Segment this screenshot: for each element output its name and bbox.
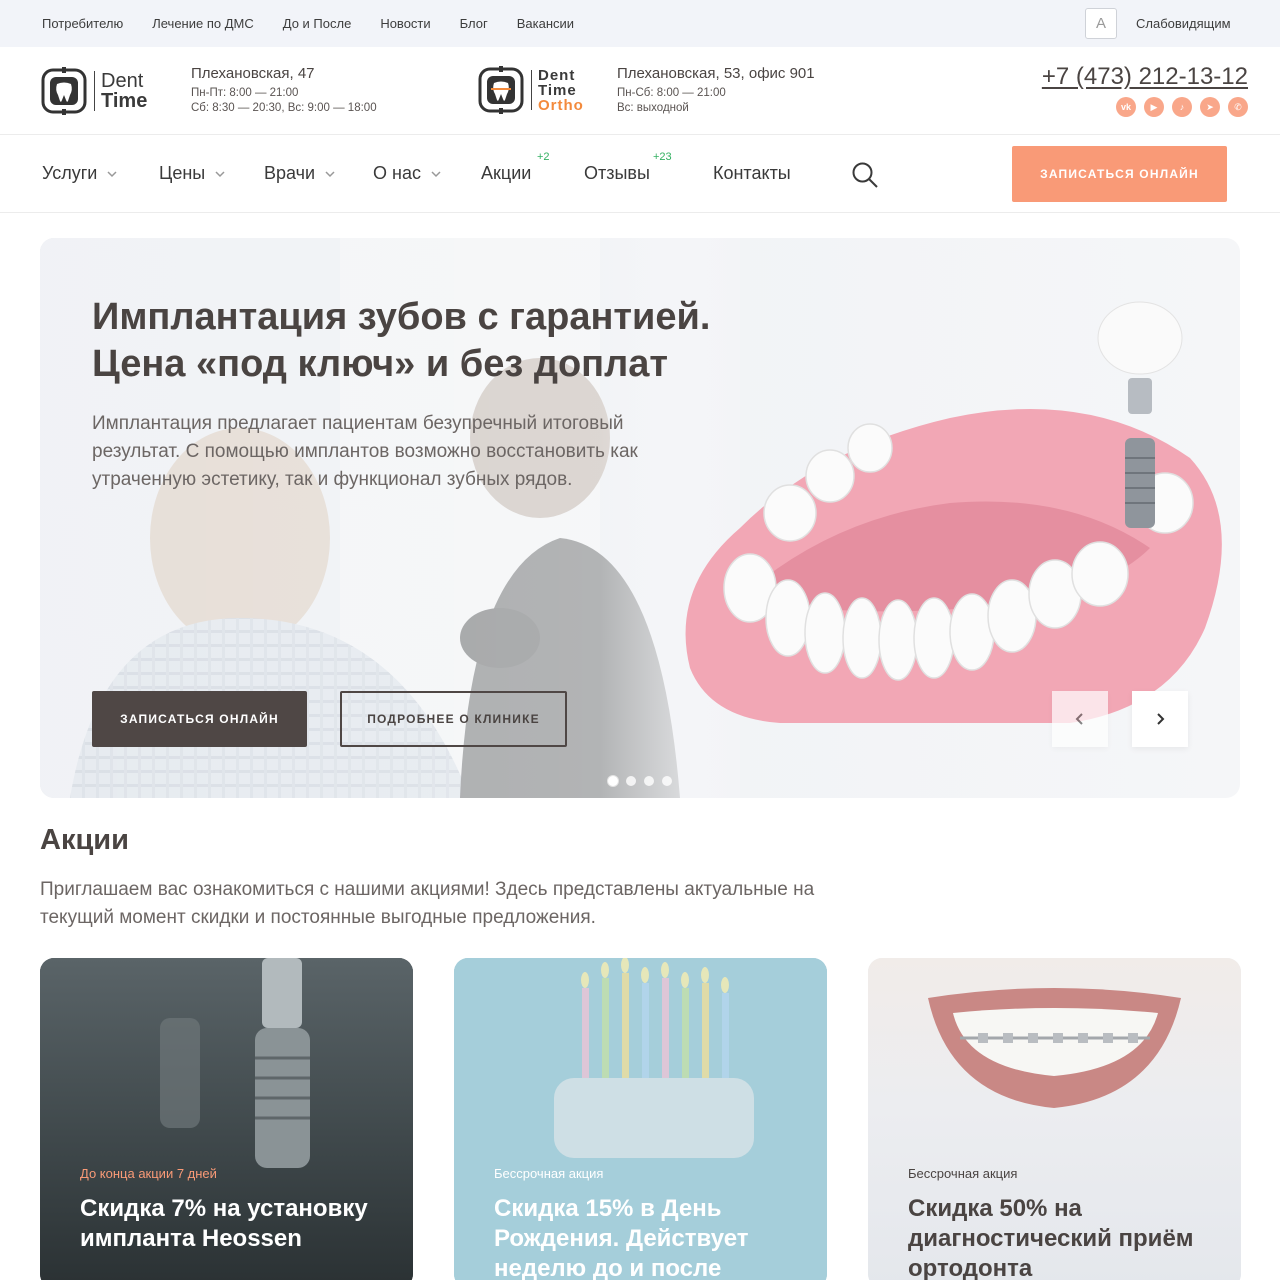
logo-divider — [94, 71, 95, 111]
slider-dot[interactable] — [608, 776, 618, 786]
telegram-icon[interactable]: ➤ — [1200, 97, 1220, 117]
chevron-right-icon — [1157, 713, 1165, 725]
address-block-1: Плехановская, 47 Пн-Пт: 8:00 — 21:00 Сб:… — [191, 65, 377, 116]
tooth-logo-icon — [41, 67, 87, 115]
phone-link[interactable]: +7 (473) 212-13-12 — [1042, 63, 1248, 91]
logo-dent-time-ortho[interactable]: Dent Time Ortho — [477, 66, 584, 114]
font-size-toggle[interactable]: A — [1085, 8, 1117, 39]
top-link-blog[interactable]: Блог — [460, 16, 488, 31]
address-street: Плехановская, 47 — [191, 65, 315, 82]
nav-item-about[interactable]: О нас — [373, 163, 441, 184]
chevron-left-icon — [1075, 713, 1083, 725]
chevron-down-icon — [431, 170, 441, 177]
dental-implant-illustration — [685, 301, 1222, 723]
logo-wordmark: Dent Time — [101, 70, 148, 112]
address-street: Плехановская, 53, офис 901 — [617, 65, 815, 82]
slider-next-button[interactable] — [1132, 691, 1188, 747]
vk-icon[interactable]: vk — [1116, 97, 1136, 117]
whatsapp-icon[interactable]: ✆ — [1228, 97, 1248, 117]
visually-impaired-link[interactable]: Слабовидящим — [1136, 16, 1231, 31]
hero-slider: Имплантация зубов с гарантией. Цена «под… — [40, 238, 1240, 798]
promo-card[interactable]: Бессрочная акция Скидка 50% на диагности… — [868, 958, 1241, 1280]
promo-card-tag: Бессрочная акция — [908, 1166, 1018, 1181]
promotions-title: Акции — [40, 824, 129, 856]
address-hours: Пн-Сб: 8:00 — 21:00 — [617, 87, 726, 99]
address-hours: Пн-Пт: 8:00 — 21:00 — [191, 87, 299, 99]
nav-item-doctors[interactable]: Врачи — [264, 163, 335, 184]
nav-item-promotions[interactable]: Акции +2 — [481, 151, 550, 184]
top-link-consumer[interactable]: Потребителю — [42, 16, 123, 31]
chevron-down-icon — [325, 170, 335, 177]
promo-card-tag: Бессрочная акция — [494, 1166, 604, 1181]
tooth-logo-icon — [478, 66, 524, 114]
promo-card-tag: До конца акции 7 дней — [80, 1166, 217, 1181]
nav-item-contacts[interactable]: Контакты — [713, 163, 791, 184]
top-link-before-after[interactable]: До и После — [283, 16, 352, 31]
nav-badge: +2 — [537, 151, 550, 163]
book-online-button[interactable]: ЗАПИСАТЬСЯ ОНЛАЙН — [1012, 146, 1227, 202]
chevron-down-icon — [215, 170, 225, 177]
promo-card[interactable]: До конца акции 7 дней Скидка 7% на устан… — [40, 958, 413, 1280]
promotions-text: Приглашаем вас ознакомиться с нашими акц… — [40, 879, 815, 928]
main-nav: Услуги Цены Врачи О нас Акции +2 Отзывы … — [0, 135, 1280, 213]
logo-dent-time[interactable]: Dent Time — [40, 67, 147, 115]
promo-card[interactable]: Бессрочная акция Скидка 15% в День Рожде… — [454, 958, 827, 1280]
youtube-icon[interactable]: ▶ — [1144, 97, 1164, 117]
nav-badge: +23 — [653, 151, 672, 163]
hero-text: Имплантация предлагает пациентам безупре… — [92, 413, 638, 490]
slider-dot[interactable] — [662, 776, 672, 786]
slider-prev-button[interactable] — [1052, 691, 1108, 747]
hero-book-button[interactable]: ЗАПИСАТЬСЯ ОНЛАЙН — [92, 691, 307, 747]
site-header: Dent Time Плехановская, 47 Пн-Пт: 8:00 —… — [0, 47, 1280, 135]
promo-card-title: Скидка 7% на установку импланта Heossen — [80, 1195, 368, 1252]
promo-card-title: Скидка 15% в День Рождения. Действует не… — [494, 1195, 749, 1280]
slider-dot[interactable] — [626, 776, 636, 786]
slider-dot[interactable] — [644, 776, 654, 786]
social-links: vk ▶ ♪ ➤ ✆ — [1108, 97, 1248, 117]
top-link-dms[interactable]: Лечение по ДМС — [152, 16, 254, 31]
top-utility-bar: Потребителю Лечение по ДМС До и После Но… — [0, 0, 1280, 47]
promo-card-title: Скидка 50% на диагностический приём орто… — [908, 1195, 1194, 1280]
hero-title: Имплантация зубов с гарантией. Цена «под… — [92, 296, 711, 385]
nav-item-services[interactable]: Услуги — [42, 163, 117, 184]
address-hours: Вс: выходной — [617, 102, 689, 114]
address-hours: Сб: 8:30 — 20:30, Вс: 9:00 — 18:00 — [191, 102, 377, 114]
nav-item-reviews[interactable]: Отзывы +23 — [584, 151, 672, 184]
address-block-2: Плехановская, 53, офис 901 Пн-Сб: 8:00 —… — [617, 65, 815, 116]
nav-item-prices[interactable]: Цены — [159, 163, 225, 184]
logo-divider — [531, 70, 532, 110]
top-link-news[interactable]: Новости — [380, 16, 430, 31]
slider-dots — [608, 776, 680, 786]
tiktok-icon[interactable]: ♪ — [1172, 97, 1192, 117]
top-links: Потребителю Лечение по ДМС До и После Но… — [42, 0, 603, 47]
chevron-down-icon — [107, 170, 117, 177]
logo-wordmark: Dent Time Ortho — [538, 66, 584, 114]
hero-about-button[interactable]: ПОДРОБНЕЕ О КЛИНИКЕ — [340, 691, 567, 747]
search-icon[interactable] — [851, 161, 879, 189]
top-link-vacancies[interactable]: Вакансии — [517, 16, 574, 31]
